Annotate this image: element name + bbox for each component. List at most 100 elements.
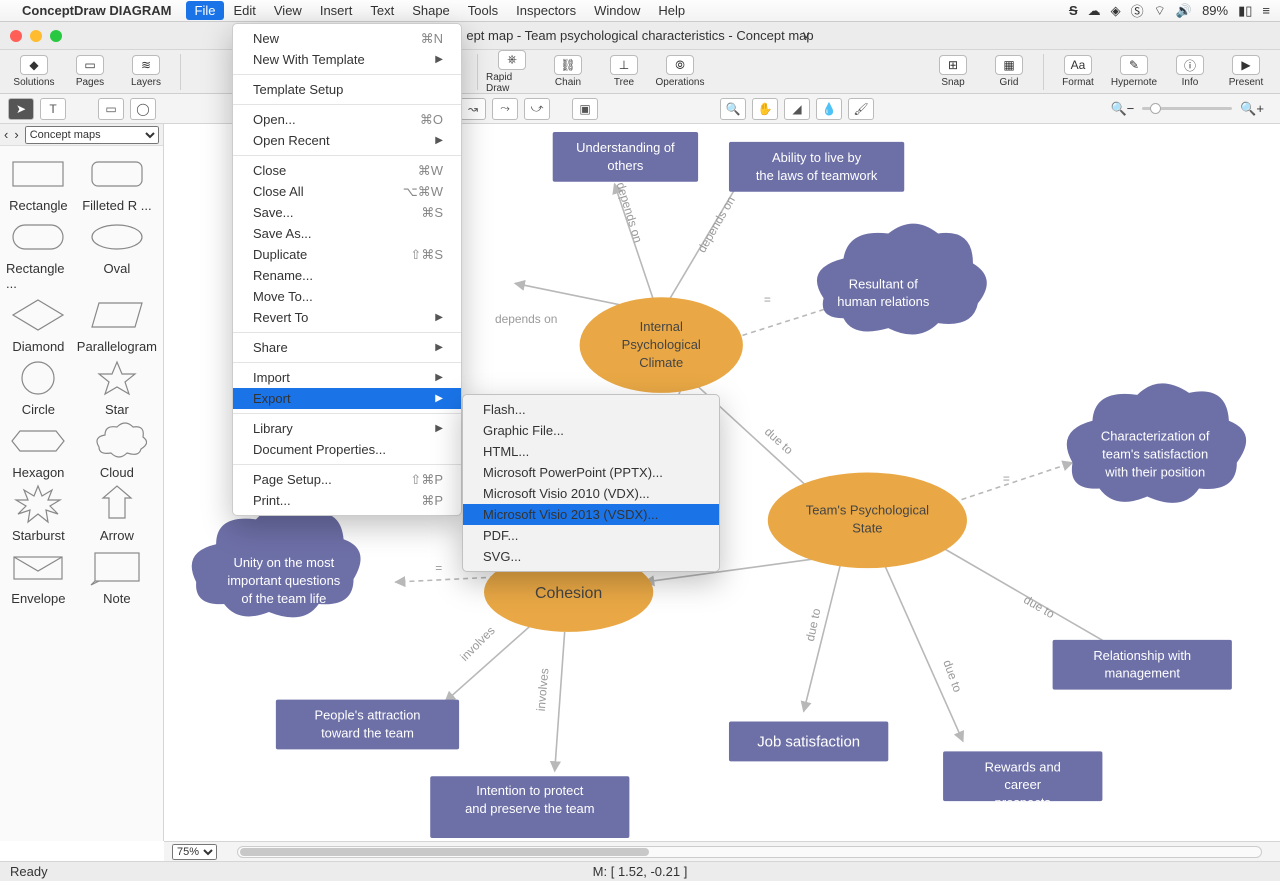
eyedropper-tool[interactable]: 💧 — [816, 98, 842, 120]
tb-present[interactable]: ▶Present — [1220, 55, 1272, 88]
menu-text[interactable]: Text — [361, 1, 403, 20]
minimize-icon[interactable] — [30, 30, 42, 42]
menu-file[interactable]: File — [186, 1, 225, 20]
s-icon[interactable]: S — [1069, 3, 1078, 18]
shape-starburst[interactable]: Starburst — [6, 484, 71, 543]
zoom-in-icon[interactable]: 🔍+ — [1240, 101, 1264, 117]
menuitem-microsoft-visio-vdx-[interactable]: Microsoft Visio 2010 (VDX)... — [463, 483, 719, 504]
node-unity[interactable]: Unity on the mostimportant questionsof t… — [192, 507, 361, 617]
menuitem-template-setup[interactable]: Template Setup — [233, 79, 461, 100]
menuitem-revert-to[interactable]: Revert To▶ — [233, 307, 461, 328]
menuitem-library[interactable]: Library▶ — [233, 418, 461, 439]
zoom-tool[interactable]: 🔍 — [720, 98, 746, 120]
shape-envelope[interactable]: Envelope — [6, 547, 71, 606]
shape-diamond[interactable]: Diamond — [6, 295, 71, 354]
cloud-icon[interactable]: ☁ — [1088, 3, 1101, 19]
menuitem-new-with-template[interactable]: New With Template▶ — [233, 49, 461, 70]
menuitem-save-as-[interactable]: Save As... — [233, 223, 461, 244]
close-icon[interactable] — [10, 30, 22, 42]
tb-pages[interactable]: ▭Pages — [64, 55, 116, 88]
volume-icon[interactable]: 🔊 — [1176, 3, 1192, 19]
menu-inspectors[interactable]: Inspectors — [507, 1, 585, 20]
shape-hexagon[interactable]: Hexagon — [6, 421, 71, 480]
zoom-slider[interactable]: 🔍− 🔍+ — [1110, 101, 1264, 117]
menuitem-duplicate[interactable]: Duplicate⇧⌘S — [233, 244, 461, 265]
wifi-icon[interactable]: ⌔ — [1154, 3, 1166, 19]
tb-format[interactable]: AaFormat — [1052, 55, 1104, 88]
connector-tool-3[interactable]: ⤳ — [492, 98, 518, 120]
menuitem-import[interactable]: Import▶ — [233, 367, 461, 388]
menuitem-export[interactable]: Export▶ — [233, 388, 461, 409]
shape-rectangle-[interactable]: Rectangle ... — [6, 217, 71, 291]
title-chevron-icon[interactable]: ˅ — [802, 28, 810, 43]
menu-insert[interactable]: Insert — [311, 1, 362, 20]
shape-note[interactable]: Note — [77, 547, 157, 606]
menuitem-graphic-file-[interactable]: Graphic File... — [463, 420, 719, 441]
menuitem-html-[interactable]: HTML... — [463, 441, 719, 462]
fill-tool[interactable]: ◢ — [784, 98, 810, 120]
shape-circle[interactable]: Circle — [6, 358, 71, 417]
text-tool[interactable]: T — [40, 98, 66, 120]
h-scrollbar[interactable] — [237, 846, 1262, 858]
shape-star[interactable]: Star — [77, 358, 157, 417]
menuitem-move-to-[interactable]: Move To... — [233, 286, 461, 307]
tb-grid[interactable]: ▦Grid — [983, 55, 1035, 88]
menuitem-page-setup-[interactable]: Page Setup...⇧⌘P — [233, 469, 461, 490]
battery-icon[interactable]: ▮▯ — [1238, 3, 1252, 19]
menuitem-close[interactable]: Close⌘W — [233, 160, 461, 181]
menuitem-rename-[interactable]: Rename... — [233, 265, 461, 286]
menuitem-flash-[interactable]: Flash... — [463, 399, 719, 420]
menu-help[interactable]: Help — [649, 1, 694, 20]
node-climate[interactable]: InternalPsychologicalClimate — [580, 297, 743, 393]
brush-tool[interactable]: 🖌 — [848, 98, 874, 120]
zoom-icon[interactable] — [50, 30, 62, 42]
menu-edit[interactable]: Edit — [224, 1, 264, 20]
tb-info[interactable]: ⓘInfo — [1164, 55, 1216, 88]
node-relationship[interactable]: Relationship withmanagement — [1053, 640, 1232, 690]
shape-ellipse-tool[interactable]: ◯ — [130, 98, 156, 120]
menuitem-document-properties-[interactable]: Document Properties... — [233, 439, 461, 460]
node-resultant[interactable]: Resultant ofhuman relations — [817, 224, 987, 335]
tb-hypernote[interactable]: ✎Hypernote — [1108, 55, 1160, 88]
node-job[interactable]: Job satisfaction — [729, 722, 888, 762]
menu-window[interactable]: Window — [585, 1, 649, 20]
menuitem-print-[interactable]: Print...⌘P — [233, 490, 461, 511]
window-controls[interactable] — [10, 30, 62, 42]
select-tool[interactable]: ➤ — [8, 98, 34, 120]
tb-layers[interactable]: ≋Layers — [120, 55, 172, 88]
menuitem-share[interactable]: Share▶ — [233, 337, 461, 358]
menu-view[interactable]: View — [265, 1, 311, 20]
zoom-out-icon[interactable]: 🔍− — [1110, 101, 1134, 117]
menu-tools[interactable]: Tools — [459, 1, 507, 20]
node-attraction[interactable]: People's attractiontoward the team — [276, 700, 459, 750]
pan-tool[interactable]: ✋ — [752, 98, 778, 120]
nav-back-icon[interactable]: ‹ — [4, 127, 8, 142]
shape-rect-tool[interactable]: ▭ — [98, 98, 124, 120]
node-state[interactable]: Team's PsychologicalState — [768, 473, 967, 569]
file-menu[interactable]: New⌘NNew With Template▶ Template Setup Ope… — [232, 23, 462, 516]
menuitem-pdf-[interactable]: PDF... — [463, 525, 719, 546]
node-rewards[interactable]: Rewards andcareerprospects — [943, 751, 1102, 810]
menuitem-microsoft-visio-vsdx-[interactable]: Microsoft Visio 2013 (VSDX)... — [463, 504, 719, 525]
tb-operations[interactable]: ⦾Operations — [654, 55, 706, 88]
tb-chain[interactable]: ⛓Chain — [542, 55, 594, 88]
zoom-select[interactable]: 75% — [172, 844, 217, 860]
shape-parallelogram[interactable]: Parallelogram — [77, 295, 157, 354]
tb-solutions[interactable]: ◆Solutions — [8, 55, 60, 88]
menuitem-close-all[interactable]: Close All⌥⌘W — [233, 181, 461, 202]
nav-fwd-icon[interactable]: › — [14, 127, 18, 142]
shape-filleted-r-[interactable]: Filleted R ... — [77, 154, 157, 213]
shape-oval[interactable]: Oval — [77, 217, 157, 291]
menu-shape[interactable]: Shape — [403, 1, 459, 20]
node-ability[interactable]: Ability to live bythe laws of teamwork — [729, 142, 904, 192]
shape-rectangle[interactable]: Rectangle — [6, 154, 71, 213]
node-understanding[interactable]: Understanding ofothers — [553, 132, 698, 182]
menuitem-open-recent[interactable]: Open Recent▶ — [233, 130, 461, 151]
menuitem-new[interactable]: New⌘N — [233, 28, 461, 49]
node-intention[interactable]: Intention to protectand preserve the tea… — [430, 776, 629, 838]
tb-tree[interactable]: ⊥Tree — [598, 55, 650, 88]
menuitem-svg-[interactable]: SVG... — [463, 546, 719, 567]
connector-tool-4[interactable]: ⤻ — [524, 98, 550, 120]
menuitem-open-[interactable]: Open...⌘O — [233, 109, 461, 130]
shape-cloud[interactable]: Cloud — [77, 421, 157, 480]
